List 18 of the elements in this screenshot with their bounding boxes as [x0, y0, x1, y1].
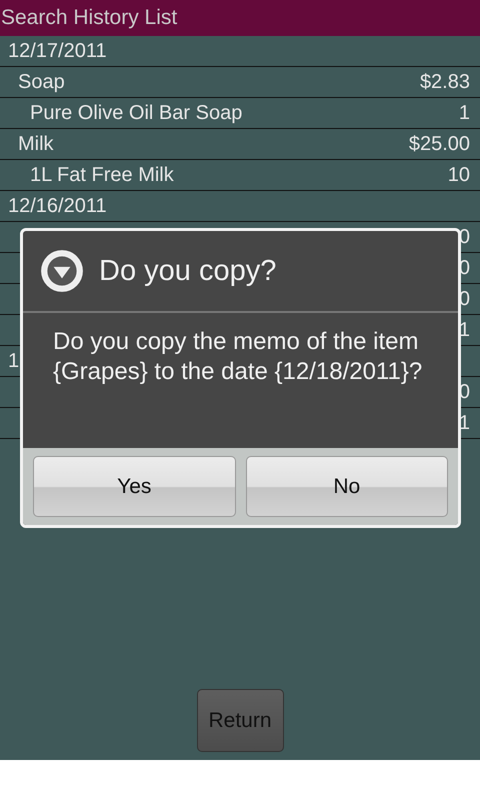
list-item-value: 1 — [458, 318, 470, 342]
list-item-name: 12/16/2011 — [8, 194, 107, 218]
dialog-button[interactable]: No — [246, 456, 448, 517]
list-item-value: $25.00 — [408, 132, 470, 156]
list-item-name: 1L Fat Free Milk — [30, 164, 174, 186]
list-item-name: Soap — [18, 70, 65, 94]
dialog-title: Do you copy? — [99, 254, 276, 288]
list-item-value: 10 — [448, 164, 470, 186]
list-item-value: 1 — [458, 102, 470, 124]
list-item-name: Pure Olive Oil Bar Soap — [30, 102, 242, 124]
list-item-value: 1 — [458, 412, 470, 434]
list-item-name: 1 — [8, 350, 20, 372]
dialog-button[interactable]: Yes — [33, 456, 236, 517]
list-item-name: Milk — [18, 132, 54, 156]
dialog-message: Do you copy the memo of the item {Grapes} to the date {12/18/2011}? — [52, 327, 424, 387]
list-item-value: $2.83 — [420, 70, 470, 94]
screen-title: Search History List — [0, 6, 178, 30]
list-item-name: 12/17/2011 — [8, 40, 107, 62]
